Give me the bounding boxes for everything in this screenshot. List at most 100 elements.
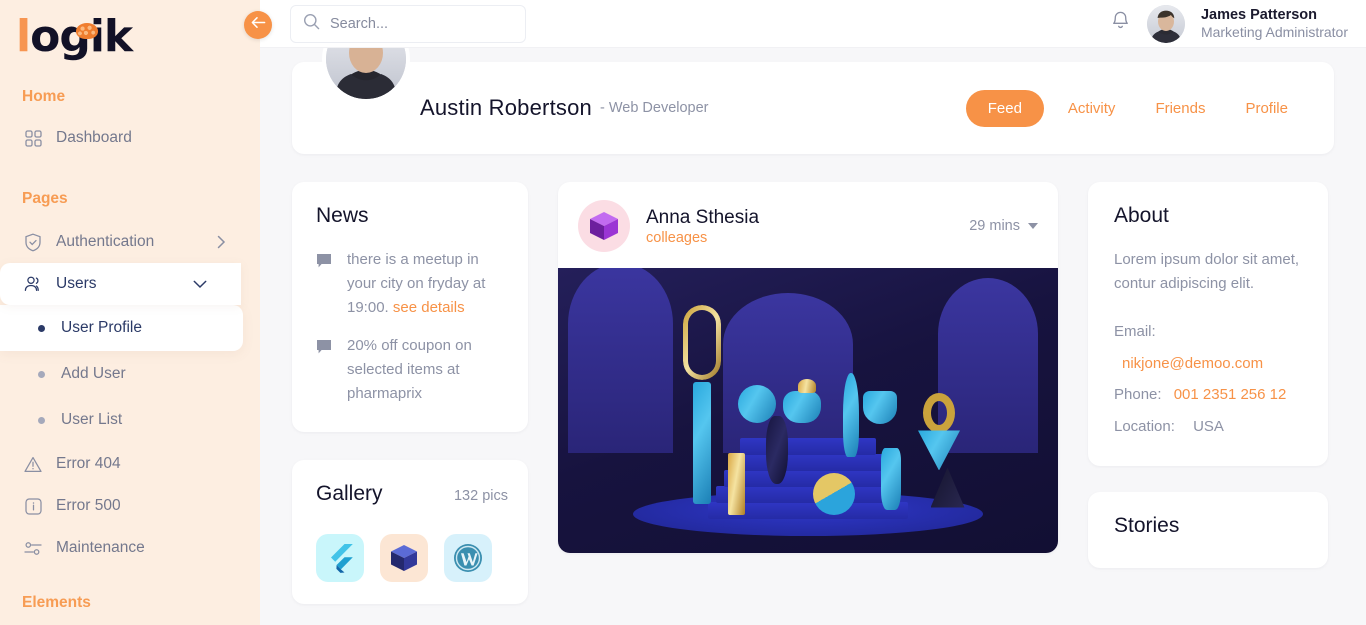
post-card: Anna Sthesia colleages 29 mins [558,182,1058,553]
sidebar-item-label: Error 404 [56,455,121,472]
about-description: Lorem ipsum dolor sit amet, contur adipi… [1114,251,1300,292]
about-title: About [1114,204,1169,227]
sidebar-subitem-label: User List [61,411,123,428]
about-value-email[interactable]: nikjone@demoo.com [1122,355,1263,372]
blue-cube-thumbnail[interactable] [380,534,428,582]
topbar-user-role: Marketing Administrator [1200,23,1348,40]
search-input[interactable] [330,15,500,32]
post-timestamp: 29 mins [969,218,1020,234]
profile-role: - Web Developer [599,100,709,116]
sliders-icon [20,537,46,559]
about-row-phone: Phone: 001 2351 256 12 [1114,379,1308,411]
sidebar-section-home: Home [22,88,66,105]
sidebar-subitem-user-profile[interactable]: User Profile [0,305,243,351]
search-box[interactable] [290,4,526,43]
right-column: About Lorem ipsum dolor sit amet, contur… [1088,182,1328,568]
caret-down-icon[interactable] [1028,223,1038,229]
sidebar-item-label: Authentication [56,233,155,250]
news-title: News [316,204,369,227]
sidebar-item-label: Users [56,275,97,292]
news-list: there is a meetup in your city on fryday… [316,248,508,406]
about-label: Location: [1114,417,1175,435]
post-author-name: Anna Sthesia [646,206,760,228]
sidebar-section-pages: Pages [22,190,68,207]
about-label: Phone: [1114,386,1162,403]
stories-card: Stories [1088,492,1328,568]
gallery-title: Gallery [316,482,383,505]
sidebar-section-elements: Elements [22,594,91,611]
middle-column: Anna Sthesia colleages 29 mins [558,182,1058,553]
bullet-icon [38,416,45,424]
arrow-left-icon [251,16,266,34]
grid-icon [20,127,46,149]
profile-header-card: Austin Robertson - Web Developer Feed Ac… [292,48,1334,154]
chat-bubble-icon [316,253,333,320]
chevron-right-icon[interactable] [217,235,226,249]
post-time-menu[interactable]: 29 mins [969,218,1038,234]
sidebar-subitem-user-list[interactable]: User List [0,397,260,443]
tab-feed[interactable]: Feed [965,89,1044,127]
chat-bubble-icon [316,339,333,406]
sidebar-subitem-label: Add User [61,365,126,382]
wordpress-logo-thumbnail[interactable] [444,534,492,582]
sidebar-subitem-add-user[interactable]: Add User [0,351,260,397]
topbar: James Patterson Marketing Administrator [260,0,1366,48]
sidebar-item-error-500[interactable]: Error 500 [0,485,260,527]
post-image [558,268,1058,553]
gallery-header: Gallery 132 pics [316,482,508,506]
sidebar-item-label: Dashboard [56,129,132,146]
news-item-link[interactable]: see details [393,299,465,316]
chevron-down-icon[interactable] [193,280,207,289]
sidebar-collapse-button[interactable] [244,11,272,39]
tab-friends[interactable]: Friends [1139,90,1221,127]
content-columns: News there is a meetup in your city on f… [292,182,1334,604]
flutter-logo-thumbnail[interactable] [316,534,364,582]
shield-check-icon [20,231,46,253]
topbar-user-meta: James Patterson Marketing Administrator [1201,6,1348,42]
profile-tabs: Feed Activity Friends Profile [965,89,1304,127]
news-item-text: there is a meetup in your city on fryday… [347,248,508,320]
users-submenu: User Profile Add User User List [0,305,260,443]
topbar-right: James Patterson Marketing Administrator [1110,4,1348,43]
content: Austin Robertson - Web Developer Feed Ac… [260,48,1366,625]
list-item[interactable]: 20% off coupon on selected items at phar… [316,334,508,406]
bullet-icon [38,324,45,332]
news-card: News there is a meetup in your city on f… [292,182,528,432]
blue-3d-vases-render [558,268,1058,553]
sidebar-item-maintenance[interactable]: Maintenance [0,527,260,569]
bell-icon[interactable] [1110,10,1131,37]
brand-logo[interactable]: logik [0,0,260,70]
topbar-user-name: James Patterson [1200,6,1317,23]
tab-activity[interactable]: Activity [1052,90,1132,127]
sidebar-item-users[interactable]: Users [0,263,241,305]
avatar[interactable] [1146,4,1185,43]
about-card: About Lorem ipsum dolor sit amet, contur… [1088,182,1328,466]
post-author-relation[interactable]: colleages [646,230,759,246]
purple-cube-avatar[interactable] [578,200,630,252]
news-item-text: 20% off coupon on selected items at phar… [347,337,472,402]
profile-avatar[interactable] [322,48,410,103]
warning-triangle-icon [20,453,46,475]
about-label: Email: [1114,323,1156,340]
logo-first-letter: l [16,11,31,62]
search-icon [303,13,320,35]
about-rows: Email: nikjone@demoo.com Phone: 001 2351… [1114,316,1308,442]
gallery-card: Gallery 132 pics [292,460,528,604]
bullet-icon [38,370,45,378]
about-row-email: Email: nikjone@demoo.com [1114,316,1308,379]
sidebar-item-dashboard[interactable]: Dashboard [0,117,260,159]
sidebar-item-error-404[interactable]: Error 404 [0,443,260,485]
tab-profile[interactable]: Profile [1229,90,1304,127]
gallery-count: 132 pics [453,488,508,504]
list-item[interactable]: there is a meetup in your city on fryday… [316,248,508,320]
users-icon [20,273,46,295]
sidebar-item-authentication[interactable]: Authentication [0,221,260,263]
about-value-location: USA [1193,417,1224,435]
info-square-icon [20,495,46,517]
main-area: James Patterson Marketing Administrator [260,0,1366,625]
brain-icon [76,23,98,39]
stories-title: Stories [1114,514,1180,537]
sidebar: logik Home Dashboard Pages Authe [0,0,260,625]
page-title: Austin Robertson [420,95,592,120]
about-value-phone[interactable]: 001 2351 256 12 [1174,386,1287,403]
